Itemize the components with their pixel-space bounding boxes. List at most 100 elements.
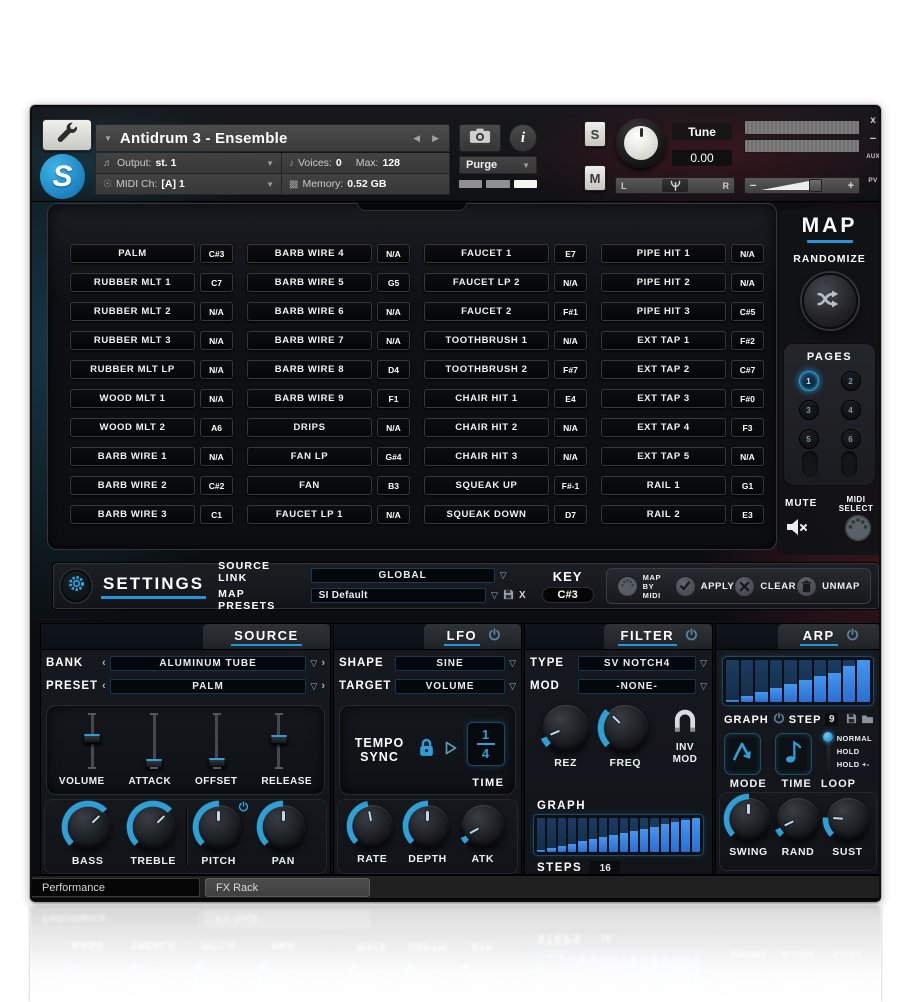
sample-name-button[interactable]: BARB WIRE 8 xyxy=(247,360,372,379)
release-slider[interactable] xyxy=(264,714,294,768)
page-button-6[interactable]: 6 xyxy=(841,429,861,449)
graph-bar[interactable] xyxy=(558,818,566,852)
sample-key-button[interactable]: D4 xyxy=(377,360,410,379)
volume-slider[interactable]: − + xyxy=(744,177,860,194)
atk-knob[interactable]: ATK xyxy=(462,805,504,865)
graph-bar[interactable] xyxy=(547,818,555,852)
preset-prev-button[interactable]: ‹ xyxy=(102,680,106,692)
bass-knob[interactable]: BASS xyxy=(66,805,110,867)
graph-bar[interactable] xyxy=(578,818,586,852)
sample-key-button[interactable]: N/A xyxy=(200,389,233,408)
slider-thumb[interactable] xyxy=(84,734,101,743)
sample-name-button[interactable]: CHAIR HIT 2 xyxy=(424,418,549,437)
close-icon[interactable]: x xyxy=(865,115,881,126)
tab-fx-rack[interactable]: FX Rack xyxy=(205,878,370,897)
sample-name-button[interactable]: EXT TAP 3 xyxy=(601,389,726,408)
tab-performance[interactable]: Performance xyxy=(32,878,200,897)
depth-knob[interactable]: DEPTH xyxy=(407,805,449,865)
knob-dial[interactable] xyxy=(777,798,819,840)
sample-name-button[interactable]: BARB WIRE 6 xyxy=(247,302,372,321)
sample-name-button[interactable]: DRIPS xyxy=(247,418,372,437)
midi-select-button[interactable] xyxy=(844,514,872,547)
prev-instrument-button[interactable]: ◀ xyxy=(411,133,422,144)
sample-name-button[interactable]: WOOD MLT 1 xyxy=(70,389,195,408)
sample-key-button[interactable]: F#0 xyxy=(731,389,764,408)
slider-thumb[interactable] xyxy=(208,758,225,767)
sample-name-button[interactable]: FAUCET LP 1 xyxy=(247,505,372,524)
sample-key-button[interactable]: N/A xyxy=(200,360,233,379)
sample-name-button[interactable]: FAN xyxy=(247,476,372,495)
midi-channel-selector[interactable]: ☉ MIDI Ch: [A] 1 ▼ xyxy=(96,174,281,194)
sample-key-button[interactable]: E3 xyxy=(731,505,764,524)
sample-key-button[interactable]: F#1 xyxy=(554,302,587,321)
filter-step-graph[interactable] xyxy=(533,814,704,856)
sample-name-button[interactable]: BARB WIRE 1 xyxy=(70,447,195,466)
sample-name-button[interactable]: FAN LP xyxy=(247,447,372,466)
sample-key-button[interactable]: N/A xyxy=(554,418,587,437)
sample-key-button[interactable]: F#-1 xyxy=(554,476,587,495)
target-select[interactable]: VOLUME xyxy=(395,679,505,694)
sample-name-button[interactable]: PALM xyxy=(70,244,195,263)
sample-key-button[interactable]: D7 xyxy=(554,505,587,524)
clear-button[interactable]: CLEAR xyxy=(734,576,796,597)
mod-caret-icon[interactable]: ▽ xyxy=(700,681,707,692)
tab-filter[interactable]: FILTER xyxy=(604,624,712,649)
knob-dial[interactable] xyxy=(827,798,869,840)
aux-button[interactable]: AUX xyxy=(865,154,881,160)
rand-knob[interactable]: RAND xyxy=(777,798,819,858)
save-preset-icon[interactable] xyxy=(503,587,514,605)
graph-bar[interactable] xyxy=(741,660,754,702)
tab-source[interactable]: SOURCE xyxy=(203,624,330,649)
sample-name-button[interactable]: BARB WIRE 3 xyxy=(70,505,195,524)
sample-name-button[interactable]: BARB WIRE 4 xyxy=(247,244,372,263)
sample-key-button[interactable]: F3 xyxy=(731,418,764,437)
randomize-button[interactable] xyxy=(802,273,858,329)
sample-name-button[interactable]: CHAIR HIT 3 xyxy=(424,447,549,466)
sample-key-button[interactable]: F#7 xyxy=(554,360,587,379)
graph-bar[interactable] xyxy=(568,818,576,852)
unmap-button[interactable]: UNMAP xyxy=(796,576,860,597)
knob-dial[interactable] xyxy=(407,805,449,847)
loop-slider-handle[interactable] xyxy=(823,732,833,742)
source-link-select[interactable]: GLOBAL xyxy=(311,568,495,583)
volume-slider[interactable] xyxy=(77,714,107,768)
page-button-5[interactable]: 5 xyxy=(799,429,819,449)
sample-key-button[interactable]: N/A xyxy=(731,273,764,292)
sample-name-button[interactable]: FAUCET 2 xyxy=(424,302,549,321)
map-preset-select[interactable]: SI Default xyxy=(311,588,486,603)
sample-key-button[interactable]: N/A xyxy=(377,302,410,321)
wrench-button[interactable] xyxy=(42,119,92,151)
graph-bar[interactable] xyxy=(599,818,607,852)
sample-key-button[interactable]: F#2 xyxy=(731,331,764,350)
arp-step-graph[interactable] xyxy=(722,656,874,706)
sample-name-button[interactable]: RUBBER MLT 1 xyxy=(70,273,195,292)
page-button-2[interactable]: 2 xyxy=(841,371,861,391)
graph-bar[interactable] xyxy=(589,818,597,852)
sample-name-button[interactable]: BARB WIRE 2 xyxy=(70,476,195,495)
filter-type-select[interactable]: SV NOTCH4 xyxy=(578,656,696,671)
sample-key-button[interactable]: N/A xyxy=(731,447,764,466)
sample-name-button[interactable]: SQUEAK UP xyxy=(424,476,549,495)
sample-key-button[interactable]: C#7 xyxy=(731,360,764,379)
filter-power-icon[interactable] xyxy=(685,628,698,646)
sample-key-button[interactable]: G1 xyxy=(731,476,764,495)
sample-name-button[interactable]: EXT TAP 5 xyxy=(601,447,726,466)
sample-key-button[interactable]: N/A xyxy=(377,331,410,350)
sample-name-button[interactable]: TOOTHBRUSH 1 xyxy=(424,331,549,350)
sample-name-button[interactable]: TOOTHBRUSH 2 xyxy=(424,360,549,379)
sample-key-button[interactable]: N/A xyxy=(554,447,587,466)
info-button[interactable]: i xyxy=(509,124,537,152)
loop-option[interactable]: HOLD xyxy=(837,747,872,756)
rate-knob[interactable]: RATE xyxy=(351,805,393,865)
preset-select[interactable]: PALM xyxy=(110,679,307,694)
steps-value[interactable]: 16 xyxy=(590,861,620,875)
sample-key-button[interactable]: F1 xyxy=(377,389,410,408)
bank-caret-icon[interactable]: ▽ xyxy=(310,658,317,669)
sample-key-button[interactable]: N/A xyxy=(377,505,410,524)
knob-dial[interactable] xyxy=(602,705,648,751)
sample-name-button[interactable]: EXT TAP 2 xyxy=(601,360,726,379)
sample-name-button[interactable]: FAUCET LP 2 xyxy=(424,273,549,292)
sample-name-button[interactable]: WOOD MLT 2 xyxy=(70,418,195,437)
graph-bar[interactable] xyxy=(640,818,648,852)
page-button-3[interactable]: 3 xyxy=(799,400,819,420)
